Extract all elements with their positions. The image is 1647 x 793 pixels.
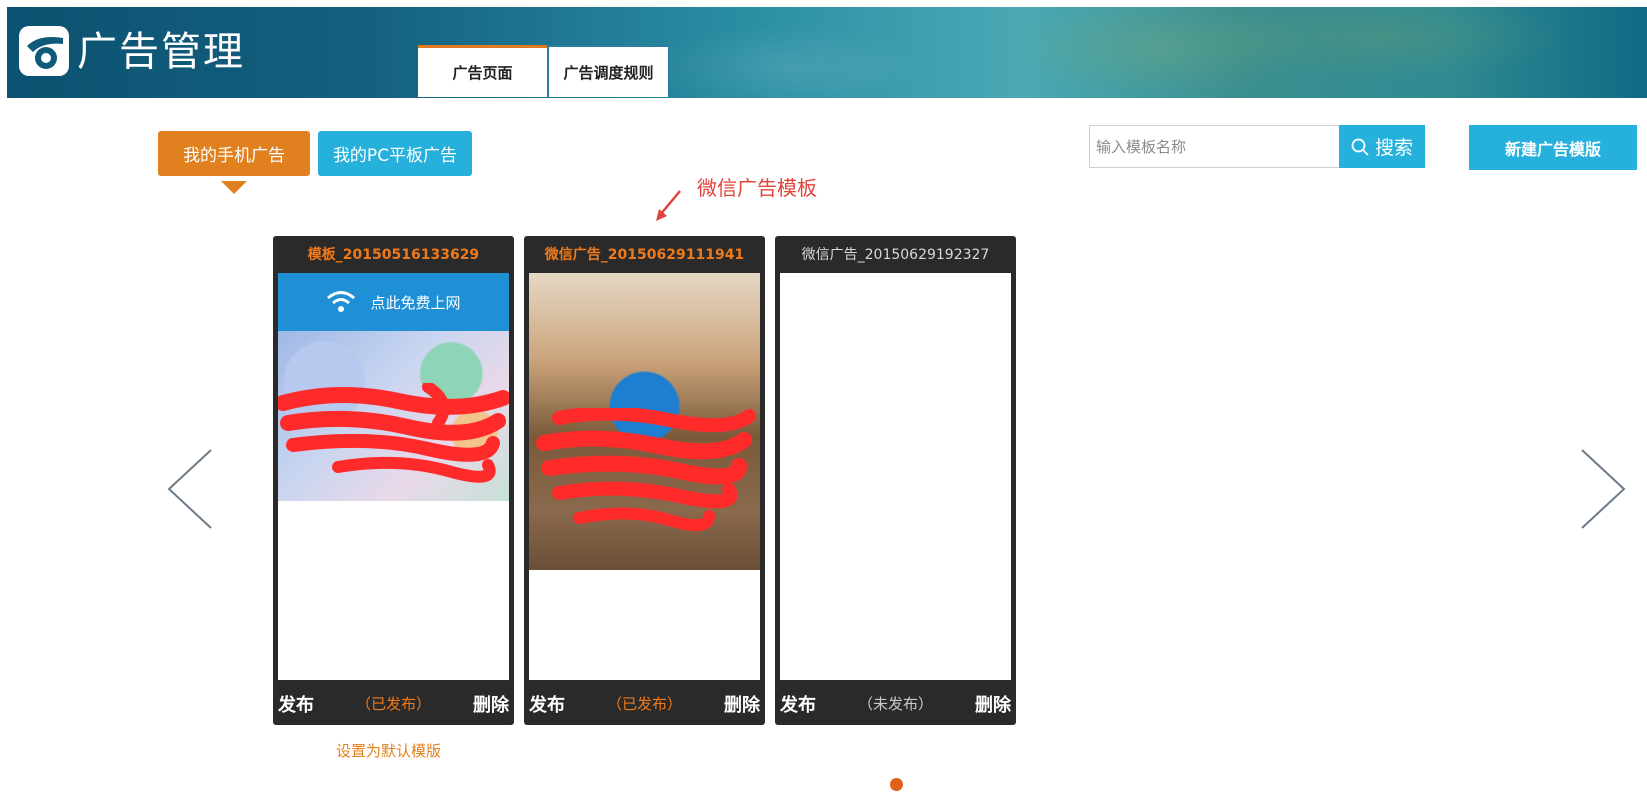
template-card-footer: 发布 （已发布） 删除 — [273, 682, 514, 725]
template-card-footer: 发布 （未发布） 删除 — [775, 682, 1016, 725]
active-subtab-indicator — [221, 181, 247, 194]
publish-button[interactable]: 发布 — [278, 691, 314, 717]
search-icon — [1351, 138, 1369, 156]
status-badge: （已发布） — [355, 695, 431, 713]
template-preview[interactable] — [780, 273, 1011, 680]
tab-ad-scheduling-rules[interactable]: 广告调度规则 — [547, 45, 670, 97]
wifi-icon — [327, 291, 356, 312]
tab-ad-pages[interactable]: 广告页面 — [418, 45, 547, 97]
template-card[interactable]: 微信广告_20150629111941 发布 （已发布） 删除 — [524, 236, 765, 725]
delete-button[interactable]: 删除 — [975, 691, 1011, 717]
template-card-title: 微信广告_20150629192327 — [801, 247, 990, 263]
template-card[interactable]: 微信广告_20150629192327 发布 （未发布） 删除 — [775, 236, 1016, 725]
redaction-scribble — [278, 383, 509, 483]
app-logo-icon — [19, 26, 69, 76]
publish-button[interactable]: 发布 — [780, 691, 816, 717]
search-button-label: 搜索 — [1374, 137, 1413, 159]
wifi-banner: 点此免费上网 — [278, 273, 509, 331]
template-card-footer: 发布 （已发布） 删除 — [524, 682, 765, 725]
delete-button[interactable]: 删除 — [473, 691, 509, 717]
app-title: 广告管理 — [77, 29, 245, 75]
header-background — [7, 7, 1647, 98]
template-card[interactable]: 模板_20150516133629 点此免费上网 发布 （已发布） 删除 — [273, 236, 514, 725]
redaction-scribble — [536, 408, 756, 532]
previous-arrow-icon[interactable] — [165, 448, 215, 530]
pagination-dot[interactable] — [890, 778, 903, 791]
template-preview[interactable]: 点此免费上网 — [278, 273, 509, 680]
subtab-my-mobile-ads[interactable]: 我的手机广告 — [158, 131, 310, 176]
app-header: 广告管理 — [7, 7, 1647, 98]
annotation-label: 微信广告模板 — [697, 176, 817, 200]
delete-button[interactable]: 删除 — [724, 691, 760, 717]
annotation-arrow-icon — [656, 190, 681, 221]
status-badge: （已发布） — [606, 695, 682, 713]
next-arrow-icon[interactable] — [1578, 448, 1628, 530]
search-button[interactable]: 搜索 — [1339, 125, 1425, 168]
set-default-template-link[interactable]: 设置为默认模版 — [336, 740, 441, 761]
template-preview[interactable] — [529, 273, 760, 680]
publish-button[interactable]: 发布 — [529, 691, 565, 717]
new-ad-template-button[interactable]: 新建广告模版 — [1469, 125, 1637, 170]
template-card-title: 模板_20150516133629 — [307, 247, 480, 263]
status-badge: （未发布） — [857, 695, 933, 713]
subtab-my-pc-tablet-ads[interactable]: 我的PC平板广告 — [318, 131, 472, 176]
template-search-input[interactable] — [1089, 125, 1340, 168]
template-card-title: 微信广告_20150629111941 — [544, 247, 745, 263]
wifi-banner-text: 点此免费上网 — [370, 293, 461, 312]
